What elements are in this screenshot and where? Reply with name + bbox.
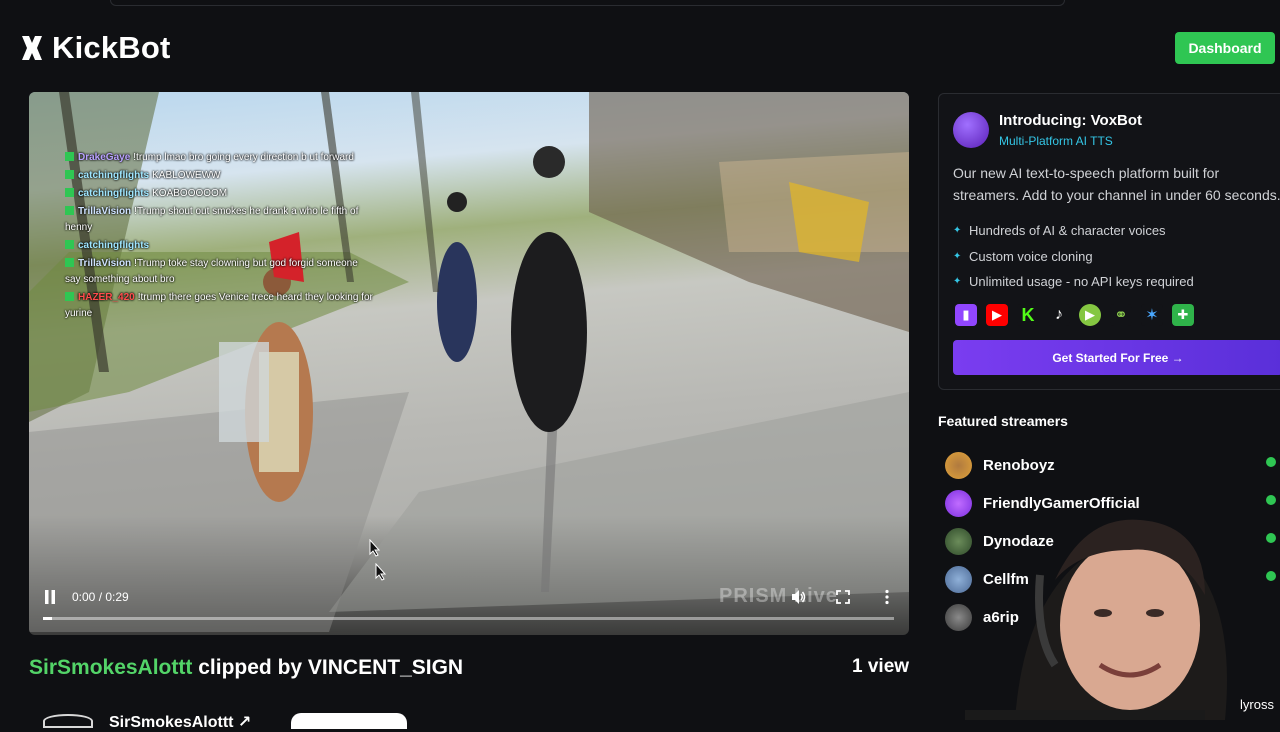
chat-message: TrillaVision !Trump shout out smokes he d… bbox=[65, 206, 359, 233]
get-started-button[interactable]: Get Started For Free → bbox=[953, 340, 1280, 375]
clip-streamer-link[interactable]: SirSmokesAlottt bbox=[29, 656, 192, 679]
promo-feature: ✦ Unlimited usage - no API keys required bbox=[953, 269, 1194, 295]
clip-clipped-by: clipped by VINCENT_SIGN bbox=[198, 656, 464, 679]
chat-badge-icon bbox=[65, 240, 74, 249]
featured-streamers-heading: Featured streamers bbox=[938, 413, 1068, 429]
live-status-icon bbox=[1266, 457, 1276, 467]
webcam-overlay: lyross bbox=[905, 505, 1280, 720]
chat-badge-icon bbox=[65, 206, 74, 215]
sparkle-icon: ✦ bbox=[953, 250, 962, 262]
channel-avatar[interactable] bbox=[43, 714, 93, 728]
dashboard-button[interactable]: Dashboard bbox=[1175, 32, 1275, 64]
kickbot-logo-icon bbox=[22, 36, 42, 60]
kickbot-logo[interactable]: KickBot bbox=[18, 30, 171, 66]
follow-button[interactable] bbox=[291, 713, 407, 729]
chat-message: catchingflights KOABOOOOOM bbox=[65, 186, 375, 202]
plugin-icon: ✚ bbox=[1172, 304, 1194, 326]
volume-icon[interactable] bbox=[791, 589, 807, 605]
chat-badge-icon bbox=[65, 292, 74, 301]
chat-badge-icon bbox=[65, 258, 74, 267]
chat-message: TrillaVision !Trump toke stay clowning bu… bbox=[65, 258, 358, 285]
voxbot-logo-icon bbox=[953, 112, 989, 148]
sparkle-icon: ✦ bbox=[953, 276, 962, 287]
chat-badge-icon bbox=[65, 170, 74, 179]
video-progress-fill bbox=[43, 617, 52, 620]
voxbot-promo-card: Introducing: VoxBot Multi-Platform AI TT… bbox=[938, 93, 1280, 390]
video-watermark: PRISM Live bbox=[719, 585, 838, 607]
video-controls: 0:00 / 0:29 PRISM Live bbox=[29, 575, 909, 635]
party-icon: ✶ bbox=[1141, 304, 1163, 326]
mouse-cursor-icon bbox=[369, 539, 381, 557]
video-player[interactable]: DrakeGaye !trump lmao bro going every dir… bbox=[29, 92, 909, 635]
app-name: KickBot bbox=[52, 30, 171, 65]
youtube-icon: ▶ bbox=[986, 304, 1008, 326]
chat-message: DrakeGaye !trump lmao bro going every dir… bbox=[65, 150, 375, 166]
channel-name-link[interactable]: SirSmokesAlottt ↗ bbox=[109, 712, 251, 732]
clip-title: SirSmokesAlottt clipped by VINCENT_SIGN bbox=[29, 656, 463, 680]
pause-icon[interactable] bbox=[43, 589, 57, 605]
promo-title: Introducing: VoxBot bbox=[999, 112, 1143, 129]
chat-message: catchingflights KABLOWEWW bbox=[65, 168, 375, 184]
more-options-icon[interactable] bbox=[883, 589, 891, 605]
chat-badge-icon bbox=[65, 152, 74, 161]
fullscreen-icon[interactable] bbox=[836, 590, 850, 604]
streamer-name: Renoboyz bbox=[983, 456, 1055, 474]
stream-chat-overlay: DrakeGaye !trump lmao bro going every dir… bbox=[65, 150, 375, 324]
streamer-avatar bbox=[945, 451, 972, 479]
rumble-icon: ▶ bbox=[1079, 304, 1101, 326]
chat-message: HAZER_420 !trump there goes Venice trece … bbox=[65, 292, 373, 319]
kick-icon: K bbox=[1017, 304, 1039, 326]
view-count: 1 view bbox=[852, 656, 910, 677]
sparkle-icon: ✦ bbox=[953, 225, 962, 236]
promo-feature-list: ✦ Hundreds of AI & character voices ✦ Cust… bbox=[953, 218, 1194, 295]
video-progress-bar[interactable] bbox=[43, 617, 894, 620]
webcam-label: lyross bbox=[1240, 697, 1274, 712]
browser-top-edge bbox=[110, 0, 1065, 6]
webcam-feed bbox=[965, 519, 1227, 720]
link-icon: ⚭ bbox=[1110, 304, 1132, 326]
channel-row: SirSmokesAlottt ↗ bbox=[29, 703, 469, 731]
promo-subtitle: Multi-Platform AI TTS bbox=[999, 134, 1113, 148]
chat-message: catchingflights bbox=[65, 238, 375, 254]
live-status-icon bbox=[1266, 495, 1276, 505]
promo-feature: ✦ Hundreds of AI & character voices bbox=[953, 218, 1194, 244]
streamer-item[interactable]: Renoboyz bbox=[945, 446, 1280, 484]
twitch-icon: ▮ bbox=[955, 304, 977, 326]
video-time: 0:00 / 0:29 bbox=[72, 590, 129, 604]
platform-icons: ▮ ▶ K ♪ ▶ ⚭ ✶ ✚ bbox=[955, 304, 1194, 326]
tiktok-icon: ♪ bbox=[1048, 304, 1070, 326]
promo-feature: ✦ Custom voice cloning bbox=[953, 244, 1194, 270]
chat-badge-icon bbox=[65, 188, 74, 197]
promo-description: Our new AI text-to-speech platform built… bbox=[953, 165, 1280, 203]
